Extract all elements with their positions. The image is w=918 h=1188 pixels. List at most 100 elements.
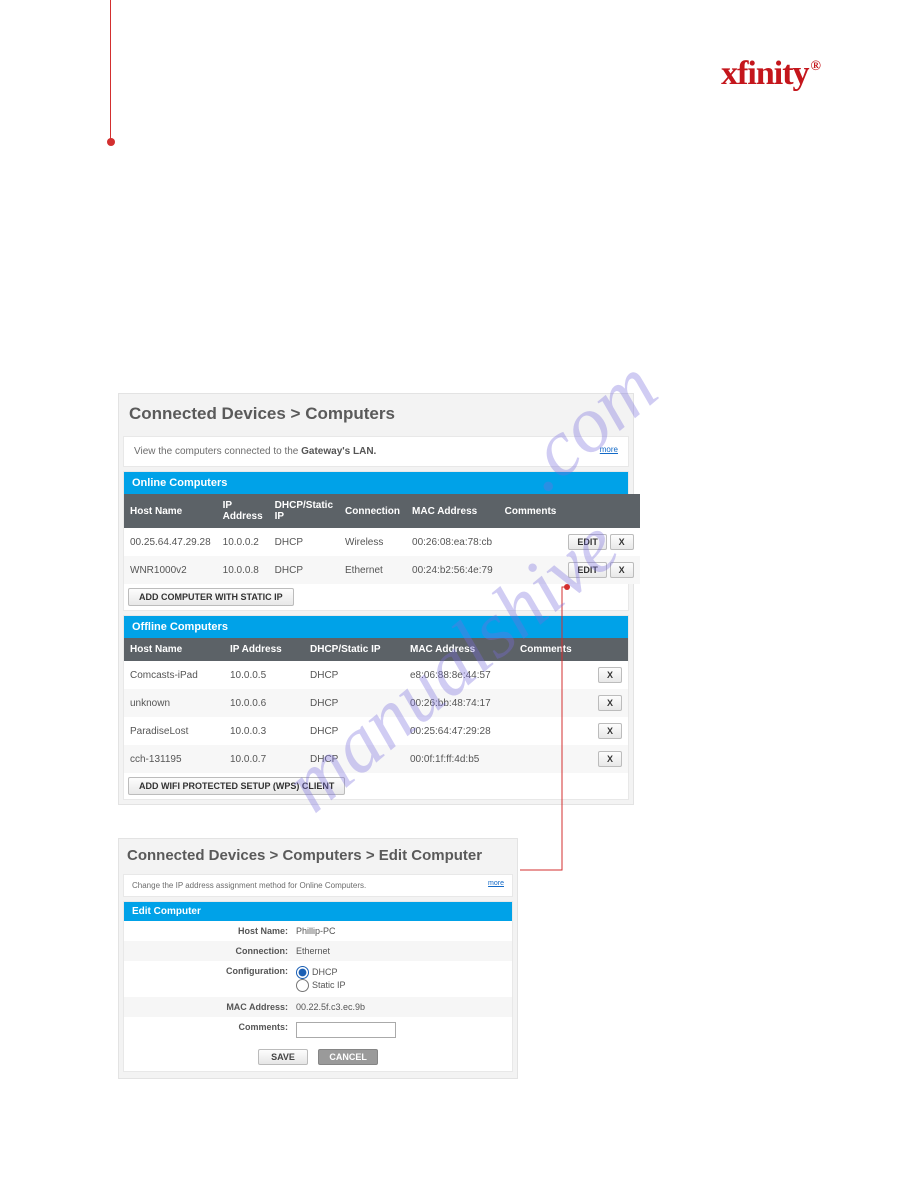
offline-head-row: Host Name IP Address DHCP/Static IP MAC … <box>124 638 628 661</box>
mac-value: 00.22.5f.c3.ec.9b <box>294 1002 512 1012</box>
edit-computer-panel: Connected Devices > Computers > Edit Com… <box>118 838 518 1079</box>
cancel-button[interactable]: CANCEL <box>318 1049 378 1065</box>
radio-static[interactable] <box>296 979 309 992</box>
cell-host: 00.25.64.47.29.28 <box>124 528 217 556</box>
cell-dhcp: DHCP <box>304 661 404 689</box>
offline-table: Host Name IP Address DHCP/Static IP MAC … <box>124 638 628 773</box>
col-dhcp: DHCP/Static IP <box>304 638 404 661</box>
col-ip: IP Address <box>217 494 269 528</box>
host-label: Host Name: <box>124 926 294 936</box>
cell-ip: 10.0.0.2 <box>217 528 269 556</box>
radio-dhcp-text: DHCP <box>312 967 338 977</box>
form-row-mac: MAC Address: 00.22.5f.c3.ec.9b <box>124 997 512 1017</box>
cell-conn: Ethernet <box>339 556 406 584</box>
delete-button[interactable]: X <box>610 562 634 578</box>
online-section: Online Computers Host Name IP Address DH… <box>123 471 629 611</box>
cell-dhcp: DHCP <box>304 717 404 745</box>
brand-logo: xfinity® <box>721 55 818 93</box>
brand-dot: ® <box>811 59 820 74</box>
edit-button[interactable]: EDIT <box>568 562 607 578</box>
cell-mac: 00:0f:1f:ff:4d:b5 <box>404 745 514 773</box>
cell-ip: 10.0.0.5 <box>224 661 304 689</box>
col-ip: IP Address <box>224 638 304 661</box>
cell-host: unknown <box>124 689 224 717</box>
panel2-info-text: Change the IP address assignment method … <box>132 881 366 890</box>
delete-button[interactable]: X <box>598 667 622 683</box>
cell-comments <box>499 528 563 556</box>
connected-devices-panel: Connected Devices > Computers View the c… <box>118 393 634 805</box>
radio-dhcp[interactable] <box>296 966 309 979</box>
add-wps-client-button[interactable]: ADD WIFI PROTECTED SETUP (WPS) CLIENT <box>128 777 345 795</box>
col-host: Host Name <box>124 638 224 661</box>
delete-button[interactable]: X <box>598 723 622 739</box>
table-row: cch-131195 10.0.0.7 DHCP 00:0f:1f:ff:4d:… <box>124 745 628 773</box>
online-header: Online Computers <box>124 472 628 494</box>
cell-ip: 10.0.0.7 <box>224 745 304 773</box>
comments-label: Comments: <box>124 1022 294 1038</box>
config-label: Configuration: <box>124 966 294 992</box>
form-header: Edit Computer <box>124 902 512 921</box>
form-button-bar: SAVE CANCEL <box>124 1043 512 1071</box>
col-comments: Comments <box>514 638 578 661</box>
radio-dhcp-label[interactable]: DHCP <box>296 967 338 977</box>
conn-value: Ethernet <box>294 946 512 956</box>
cell-mac: 00:26:bb:48:74:17 <box>404 689 514 717</box>
cell-comments <box>499 556 563 584</box>
col-comments: Comments <box>499 494 563 528</box>
config-options: DHCP Static IP <box>294 966 512 992</box>
page-margin-bar <box>110 0 111 142</box>
table-row: Comcasts-iPad 10.0.0.5 DHCP e8:06:88:8e:… <box>124 661 628 689</box>
table-row: ParadiseLost 10.0.0.3 DHCP 00:25:64:47:2… <box>124 717 628 745</box>
cell-mac: e8:06:88:8e:44:57 <box>404 661 514 689</box>
delete-button[interactable]: X <box>610 534 634 550</box>
panel2-info: Change the IP address assignment method … <box>123 874 513 897</box>
form-row-conn: Connection: Ethernet <box>124 941 512 961</box>
cell-dhcp: DHCP <box>304 689 404 717</box>
cell-mac: 00:26:08:ea:78:cb <box>406 528 499 556</box>
cell-ip: 10.0.0.6 <box>224 689 304 717</box>
cell-host: cch-131195 <box>124 745 224 773</box>
form-row-comments: Comments: <box>124 1017 512 1043</box>
online-table: Host Name IP Address DHCP/Static IP Conn… <box>124 494 640 584</box>
cell-host: ParadiseLost <box>124 717 224 745</box>
panel2-more-link[interactable]: more <box>488 880 504 887</box>
delete-button[interactable]: X <box>598 751 622 767</box>
cell-mac: 00:25:64:47:29:28 <box>404 717 514 745</box>
radio-static-text: Static IP <box>312 980 346 990</box>
table-row: WNR1000v2 10.0.0.8 DHCP Ethernet 00:24:b… <box>124 556 640 584</box>
cell-comments <box>514 745 578 773</box>
col-mac: MAC Address <box>404 638 514 661</box>
offline-header: Offline Computers <box>124 616 628 638</box>
table-row: 00.25.64.47.29.28 10.0.0.2 DHCP Wireless… <box>124 528 640 556</box>
comments-input[interactable] <box>296 1022 396 1038</box>
cell-ip: 10.0.0.8 <box>217 556 269 584</box>
offline-section: Offline Computers Host Name IP Address D… <box>123 615 629 800</box>
col-mac: MAC Address <box>406 494 499 528</box>
cell-comments <box>514 661 578 689</box>
form-row-config: Configuration: DHCP Static IP <box>124 961 512 997</box>
panel1-info-bold: Gateway's LAN. <box>301 446 376 457</box>
panel1-title: Connected Devices > Computers <box>119 394 633 436</box>
edit-button[interactable]: EDIT <box>568 534 607 550</box>
cell-dhcp: DHCP <box>304 745 404 773</box>
table-row: unknown 10.0.0.6 DHCP 00:26:bb:48:74:17 … <box>124 689 628 717</box>
panel1-info: View the computers connected to the Gate… <box>123 436 629 467</box>
panel2-title: Connected Devices > Computers > Edit Com… <box>119 839 517 874</box>
cell-comments <box>514 717 578 745</box>
form-row-host: Host Name: Phillip-PC <box>124 921 512 941</box>
panel1-info-text: View the computers connected to the <box>134 446 301 457</box>
cell-ip: 10.0.0.3 <box>224 717 304 745</box>
mac-label: MAC Address: <box>124 1002 294 1012</box>
col-host: Host Name <box>124 494 217 528</box>
add-static-ip-button[interactable]: ADD COMPUTER WITH STATIC IP <box>128 588 294 606</box>
save-button[interactable]: SAVE <box>258 1049 308 1065</box>
online-head-row: Host Name IP Address DHCP/Static IP Conn… <box>124 494 640 528</box>
cell-comments <box>514 689 578 717</box>
delete-button[interactable]: X <box>598 695 622 711</box>
cell-host: WNR1000v2 <box>124 556 217 584</box>
panel1-more-link[interactable]: more <box>600 445 618 454</box>
edit-computer-form: Edit Computer Host Name: Phillip-PC Conn… <box>123 901 513 1072</box>
radio-static-label[interactable]: Static IP <box>296 980 346 990</box>
conn-label: Connection: <box>124 946 294 956</box>
host-value: Phillip-PC <box>294 926 512 936</box>
